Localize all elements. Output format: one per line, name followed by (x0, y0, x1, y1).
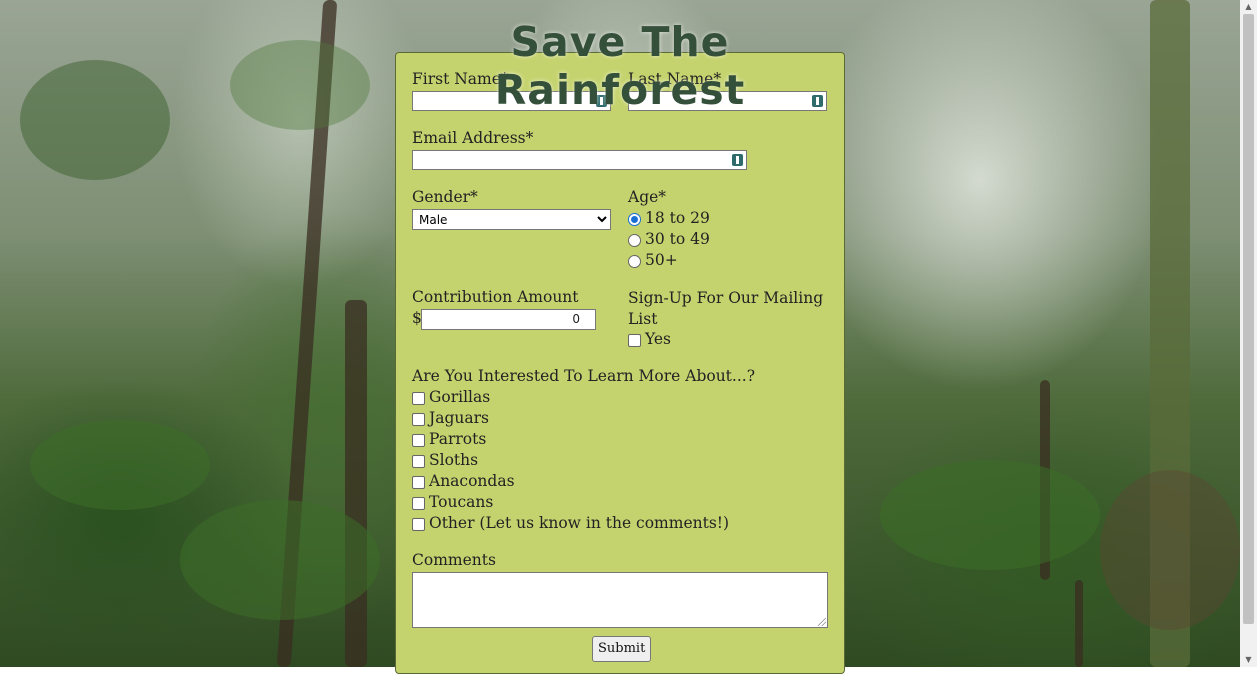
canopy-foliage (230, 40, 370, 130)
scroll-up-icon[interactable]: ▲ (1243, 2, 1254, 12)
vertical-scrollbar[interactable]: ▲ ▼ (1240, 0, 1257, 667)
email-label: Email Address* (412, 129, 534, 147)
interest-checkbox-parrots[interactable] (412, 434, 425, 447)
age-option-label: 18 to 29 (645, 209, 710, 227)
page-title: Save The Rainforest (494, 18, 746, 114)
interest-option-label: Gorillas (429, 388, 491, 406)
fern-foliage (30, 420, 210, 510)
resize-grip-icon[interactable] (818, 618, 826, 626)
age-radio-18-29[interactable] (628, 213, 641, 226)
interest-option-label: Anacondas (429, 472, 515, 490)
interest-checkbox-toucans[interactable] (412, 497, 425, 510)
interest-option-label: Jaguars (429, 409, 489, 427)
scroll-down-icon[interactable]: ▼ (1243, 655, 1254, 665)
email-field[interactable] (412, 150, 747, 170)
comments-label: Comments (412, 551, 496, 569)
interest-checkbox-anacondas[interactable] (412, 476, 425, 489)
age-label: Age* (628, 188, 667, 206)
interest-checkbox-gorillas[interactable] (412, 392, 425, 405)
gender-select[interactable]: Male (412, 209, 611, 230)
comments-textarea[interactable] (412, 572, 828, 628)
interest-option-label: Toucans (429, 493, 494, 511)
gender-label: Gender* (412, 188, 478, 206)
submit-button[interactable]: Submit (592, 636, 652, 662)
interest-checkbox-other[interactable] (412, 518, 425, 531)
password-manager-icon[interactable] (732, 154, 743, 166)
trail-path (1100, 470, 1240, 630)
fence-post (1075, 580, 1083, 667)
contribution-amount-input[interactable]: 0 (421, 309, 596, 330)
age-option-label: 50+ (645, 251, 678, 269)
interest-option-label: Sloths (429, 451, 479, 469)
interests-label: Are You Interested To Learn More About..… (412, 367, 756, 385)
mailing-list-label: Sign-Up For Our Mailing List (628, 289, 824, 328)
fern-foliage (880, 460, 1100, 570)
scrollbar-thumb[interactable] (1243, 14, 1254, 624)
age-option-label: 30 to 49 (645, 230, 710, 248)
contribution-label: Contribution Amount (412, 288, 579, 306)
mailing-list-checkbox[interactable] (628, 334, 641, 347)
interest-option-label: Parrots (429, 430, 487, 448)
mailing-option-label: Yes (645, 330, 672, 348)
interest-checkbox-jaguars[interactable] (412, 413, 425, 426)
fern-foliage (180, 500, 380, 620)
age-radio-30-49[interactable] (628, 234, 641, 247)
age-radio-50-plus[interactable] (628, 255, 641, 268)
signup-form: First Name* Last Name* Email Address* Ge… (395, 52, 845, 674)
interest-option-label: Other (Let us know in the comments!) (429, 514, 730, 532)
tree-trunk (345, 300, 367, 667)
canopy-foliage (20, 60, 170, 180)
interest-checkbox-sloths[interactable] (412, 455, 425, 468)
